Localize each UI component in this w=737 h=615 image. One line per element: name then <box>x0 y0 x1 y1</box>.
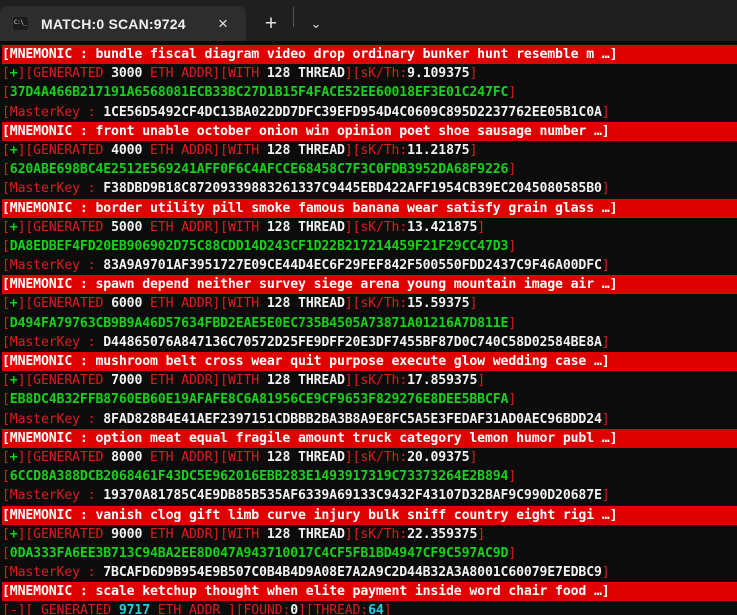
mnemonic-line: [MNEMONIC : border utility pill smoke fa… <box>0 198 737 218</box>
mnemonic-text: [MNEMONIC : mushroom belt cross wear qui… <box>2 352 737 372</box>
address-line: [0DA333FA6EE3B713C94BA2EE8D047A943710017… <box>2 545 517 561</box>
generated-line: [+][GENERATED 5000 ETH ADDR][WITH 128 TH… <box>2 219 486 235</box>
masterkey-line: [MasterKey : 19370A81785C4E9DB85B535AF63… <box>2 488 610 504</box>
chevron-down-icon[interactable]: ⌄ <box>299 6 333 41</box>
generated-line: [+][GENERATED 6000 ETH ADDR][WITH 128 TH… <box>2 296 478 312</box>
masterkey-line: [MasterKey : 83A9A9701AF3951727E09CE44D4… <box>2 258 610 274</box>
terminal-tab[interactable]: MATCH:0 SCAN:9724 × <box>0 6 246 41</box>
mnemonic-line: [MNEMONIC : mushroom belt cross wear qui… <box>0 352 737 372</box>
toolbar-divider <box>293 7 294 27</box>
terminal-lines: [MNEMONIC : bundle fiscal diagram video … <box>0 45 737 615</box>
new-tab-button[interactable]: + <box>254 6 288 41</box>
address-line: [DA8EDBEF4FD20EB906902D75C88CDD14D243CF1… <box>2 238 517 254</box>
terminal-output[interactable]: [MNEMONIC : bundle fiscal diagram video … <box>0 41 737 615</box>
masterkey-line: [MasterKey : 7BCAFD6D9B954E9B507C0B4B4D9… <box>2 565 610 581</box>
mnemonic-line: [MNEMONIC : front unable october onion w… <box>0 121 737 141</box>
generated-line: [+][GENERATED 3000 ETH ADDR][WITH 128 TH… <box>2 66 478 82</box>
mnemonic-line: [MNEMONIC : option meat equal fragile am… <box>0 428 737 448</box>
generated-line: [+][GENERATED 9000 ETH ADDR][WITH 128 TH… <box>2 526 486 542</box>
generated-line: [+][GENERATED 7000 ETH ADDR][WITH 128 TH… <box>2 373 486 389</box>
window-titlebar: MATCH:0 SCAN:9724 × + ⌄ <box>0 0 737 41</box>
masterkey-line: [MasterKey : D44865076A847136C70572D25FE… <box>2 334 610 350</box>
mnemonic-text: [MNEMONIC : bundle fiscal diagram video … <box>2 45 737 65</box>
status-line: [-][ GENERATED 9717 ETH ADDR ][FOUND:0][… <box>2 603 392 615</box>
close-icon[interactable]: × <box>214 14 232 33</box>
console-icon <box>12 16 29 31</box>
mnemonic-text: [MNEMONIC : vanish clog gift limb curve … <box>2 505 737 525</box>
masterkey-line: [MasterKey : 8FAD828B4E41AEF2397151CDBBB… <box>2 411 610 427</box>
mnemonic-line: [MNEMONIC : spawn depend neither survey … <box>0 275 737 295</box>
mnemonic-text: [MNEMONIC : option meat equal fragile am… <box>2 428 737 448</box>
mnemonic-line: [MNEMONIC : vanish clog gift limb curve … <box>0 505 737 525</box>
mnemonic-line: [MNEMONIC : scale ketchup thought when e… <box>0 582 737 602</box>
mnemonic-text: [MNEMONIC : border utility pill smoke fa… <box>2 198 737 218</box>
masterkey-line: [MasterKey : F38DBD9B18C8720933988326133… <box>2 181 610 197</box>
address-line: [620ABE698BC4E2512E569241AFF0F6C4AFCCE68… <box>2 162 517 178</box>
mnemonic-text: [MNEMONIC : scale ketchup thought when e… <box>2 582 737 602</box>
mnemonic-text: [MNEMONIC : spawn depend neither survey … <box>2 275 737 295</box>
address-line: [EB8DC4B32FFB8760EB60E19AFAFE8C6A81956CE… <box>2 392 517 408</box>
address-line: [D494FA79763CB9B9A46D57634FBD2EAE5E0EC73… <box>2 315 517 331</box>
mnemonic-line: [MNEMONIC : bundle fiscal diagram video … <box>0 45 737 65</box>
generated-line: [+][GENERATED 8000 ETH ADDR][WITH 128 TH… <box>2 449 478 465</box>
masterkey-line: [MasterKey : 1CE56D5492CF4DC13BA022DD7DF… <box>2 104 610 120</box>
mnemonic-text: [MNEMONIC : front unable october onion w… <box>2 121 737 141</box>
generated-line: [+][GENERATED 4000 ETH ADDR][WITH 128 TH… <box>2 142 478 158</box>
address-line: [6CCD8A388DCB2068461F43DC5E962016EBB283E… <box>2 469 517 485</box>
address-line: [37D4A466B217191A6568081ECB33BC27D1B15F4… <box>2 85 517 101</box>
tab-title: MATCH:0 SCAN:9724 <box>41 15 186 32</box>
